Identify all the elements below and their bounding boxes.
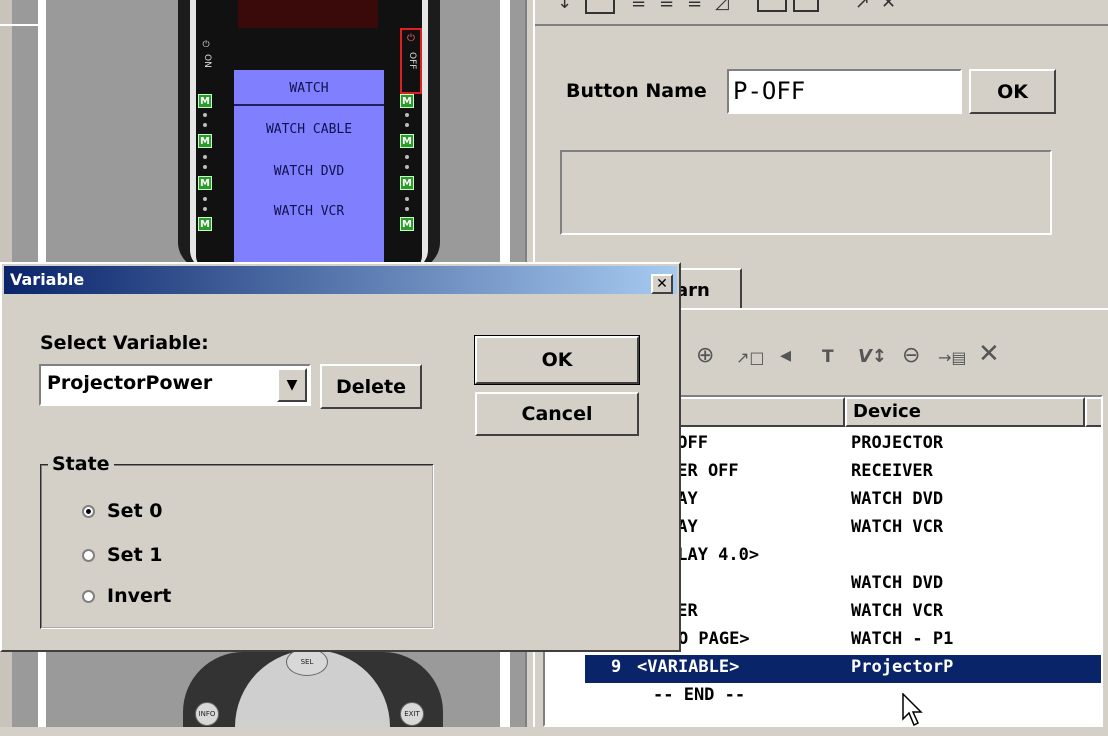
- dialog-title: Variable: [10, 270, 85, 289]
- lcd-item-watch[interactable]: WATCH: [234, 81, 384, 96]
- close-icon[interactable]: ✕: [651, 274, 673, 294]
- radio-invert[interactable]: Invert: [82, 585, 171, 607]
- radio-unchecked-icon: [82, 548, 95, 562]
- image-icon[interactable]: [757, 0, 787, 12]
- dialog-cancel-button[interactable]: Cancel: [475, 392, 639, 436]
- align-left-icon[interactable]: ≡: [631, 0, 646, 13]
- radio-set-0[interactable]: Set 0: [82, 500, 163, 522]
- macro-button-left-3[interactable]: M: [198, 176, 212, 190]
- power-off-label: OFF: [407, 52, 417, 70]
- remote-lcd-screen: WATCH WATCH CABLE WATCH DVD WATCH VCR: [234, 70, 384, 270]
- radio-checked-icon: [82, 504, 95, 518]
- delete-x-icon[interactable]: ✕: [978, 339, 1000, 369]
- variable-icon[interactable]: V↕: [858, 346, 887, 367]
- state-label: State: [48, 453, 114, 475]
- macro-button-right-3[interactable]: M: [400, 176, 414, 190]
- arrow-icon[interactable]: ↕: [557, 0, 572, 13]
- button-name-input[interactable]: P-OFF: [727, 69, 962, 114]
- sel-button[interactable]: SEL: [286, 648, 328, 676]
- font-icon[interactable]: [585, 0, 615, 14]
- select-variable-label: Select Variable:: [40, 332, 209, 354]
- macro-button-right-1[interactable]: M: [400, 94, 414, 108]
- list-item[interactable]: -- END --: [545, 683, 1101, 711]
- button-name-label: Button Name: [566, 80, 707, 102]
- editor-toolbar: ↕ ≡ ≡ ≡ ◿ ↗ ✕: [535, 0, 1108, 26]
- lcd-item-watch-vcr[interactable]: WATCH VCR: [234, 204, 384, 219]
- lcd-item-watch-dvd[interactable]: WATCH DVD: [234, 164, 384, 179]
- radio-set-1[interactable]: Set 1: [82, 544, 163, 566]
- macro-button-right-2[interactable]: M: [400, 134, 414, 148]
- variable-select[interactable]: ProjectorPower ▼: [39, 364, 311, 406]
- remote-topbar: [238, 0, 378, 28]
- mute-icon[interactable]: ◂: [780, 343, 791, 368]
- align-right-icon[interactable]: ≡: [687, 0, 702, 13]
- dialog-titlebar[interactable]: Variable ✕: [4, 266, 677, 294]
- wand-icon[interactable]: ↗: [855, 0, 870, 13]
- device-icon[interactable]: ⊖: [902, 343, 920, 368]
- chevron-down-icon[interactable]: ▼: [277, 368, 307, 402]
- macro-button-left-1[interactable]: M: [198, 94, 212, 108]
- macro-button-right-4[interactable]: M: [400, 217, 414, 231]
- description-box[interactable]: [560, 150, 1052, 235]
- align-center-icon[interactable]: ≡: [659, 0, 674, 13]
- delete-button[interactable]: Delete: [320, 364, 422, 409]
- text-icon[interactable]: T: [822, 347, 834, 367]
- macro-button-left-4[interactable]: M: [198, 217, 212, 231]
- dialog-ok-button[interactable]: OK: [474, 335, 640, 385]
- timer-icon[interactable]: ⊕: [696, 343, 714, 368]
- ok-button[interactable]: OK: [969, 69, 1056, 114]
- tools-icon[interactable]: ✕: [881, 0, 896, 13]
- macro-button-left-2[interactable]: M: [198, 134, 212, 148]
- list-item-selected[interactable]: 9 <VARIABLE> ProjectorP: [585, 655, 1101, 683]
- variable-select-value: ProjectorPower: [47, 372, 213, 394]
- power-off-icon: ⏻: [407, 33, 415, 44]
- layout-icon[interactable]: [793, 0, 819, 12]
- radio-unchecked-icon: [82, 589, 95, 603]
- column-header-device[interactable]: Device: [845, 397, 1085, 427]
- lcd-item-watch-cable[interactable]: WATCH CABLE: [234, 122, 384, 137]
- macro-icon[interactable]: ↗□: [736, 348, 765, 367]
- mouse-cursor-icon: [902, 692, 924, 736]
- shape-icon[interactable]: ◿: [715, 0, 729, 13]
- info-button[interactable]: INFO: [195, 702, 219, 726]
- exit-button[interactable]: EXIT: [400, 702, 424, 726]
- power-on-label: ON: [202, 54, 212, 68]
- variable-dialog: Variable ✕ Select Variable: ProjectorPow…: [0, 262, 681, 652]
- insert-icon[interactable]: →▤: [938, 348, 967, 367]
